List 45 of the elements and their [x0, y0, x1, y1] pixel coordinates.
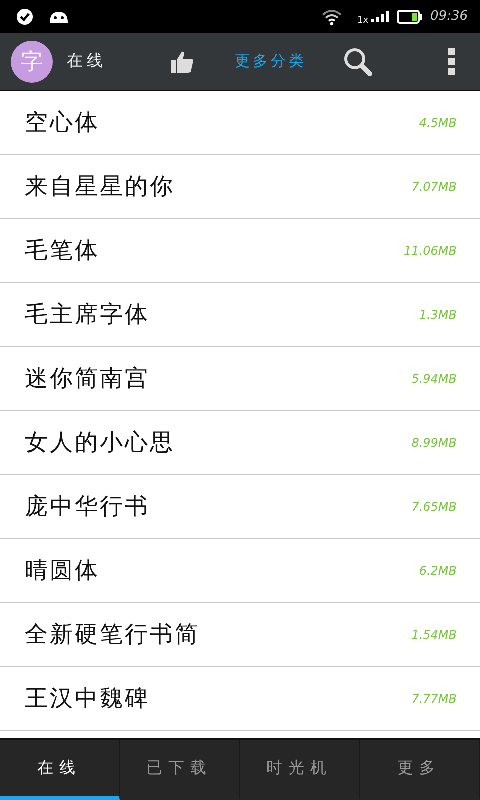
font-size: 7.07MB	[412, 180, 457, 194]
overflow-menu-icon[interactable]	[448, 48, 456, 76]
battery-icon	[396, 10, 423, 24]
font-size: 6.2MB	[419, 564, 457, 578]
font-size: 4.5MB	[419, 116, 457, 130]
search-icon[interactable]	[343, 46, 373, 76]
font-name: 毛主席字体	[25, 301, 150, 330]
font-name: 迷你简南宫	[25, 365, 150, 394]
tab[interactable]: 时光机	[240, 740, 360, 800]
font-name: 空心体	[25, 109, 100, 138]
font-name: 王汉中魏碑	[25, 685, 150, 714]
tab[interactable]: 已下载	[120, 740, 240, 800]
font-row[interactable]: 庞中华行书 7.65MB	[0, 475, 480, 539]
clock-time: 09:36	[430, 9, 468, 24]
font-name: 全新硬笔行书简	[25, 621, 200, 650]
more-categories-link[interactable]: 更多分类	[235, 52, 307, 71]
font-row[interactable]: 晴圆体 6.2MB	[0, 539, 480, 603]
font-size: 5.94MB	[412, 372, 457, 386]
font-row[interactable]: 王汉中魏碑 7.77MB	[0, 667, 480, 731]
screen-title: 在线	[67, 51, 107, 72]
font-row[interactable]: 迷你简南宫 5.94MB	[0, 347, 480, 411]
font-name: 来自星星的你	[25, 173, 175, 202]
font-row[interactable]: 全新硬笔行书简 1.54MB	[0, 603, 480, 667]
tab[interactable]: 在线	[0, 740, 120, 800]
font-size: 7.77MB	[412, 692, 457, 706]
font-size: 8.99MB	[412, 436, 457, 450]
wifi-icon	[321, 8, 344, 26]
network-label: 1x	[357, 16, 369, 26]
thumbs-up-icon[interactable]	[169, 50, 195, 74]
font-size: 1.3MB	[419, 308, 457, 322]
font-name: 庞中华行书	[25, 493, 150, 522]
font-row[interactable]: 空心体 4.5MB	[0, 91, 480, 155]
font-name: 毛笔体	[25, 237, 100, 266]
font-row[interactable]: 来自星星的你 7.07MB	[0, 155, 480, 219]
check-icon	[16, 8, 34, 26]
tab[interactable]: 更多	[360, 740, 480, 800]
font-size: 1.54MB	[412, 628, 457, 642]
font-name: 女人的小心思	[25, 429, 175, 458]
font-size: 11.06MB	[404, 244, 457, 258]
font-row[interactable]: 女人的小心思 8.99MB	[0, 411, 480, 475]
font-row[interactable]: 毛笔体 11.06MB	[0, 219, 480, 283]
font-name: 晴圆体	[25, 557, 100, 586]
font-row[interactable]: 毛主席字体 1.3MB	[0, 283, 480, 347]
signal-icon	[370, 11, 389, 22]
font-size: 7.65MB	[412, 500, 457, 514]
